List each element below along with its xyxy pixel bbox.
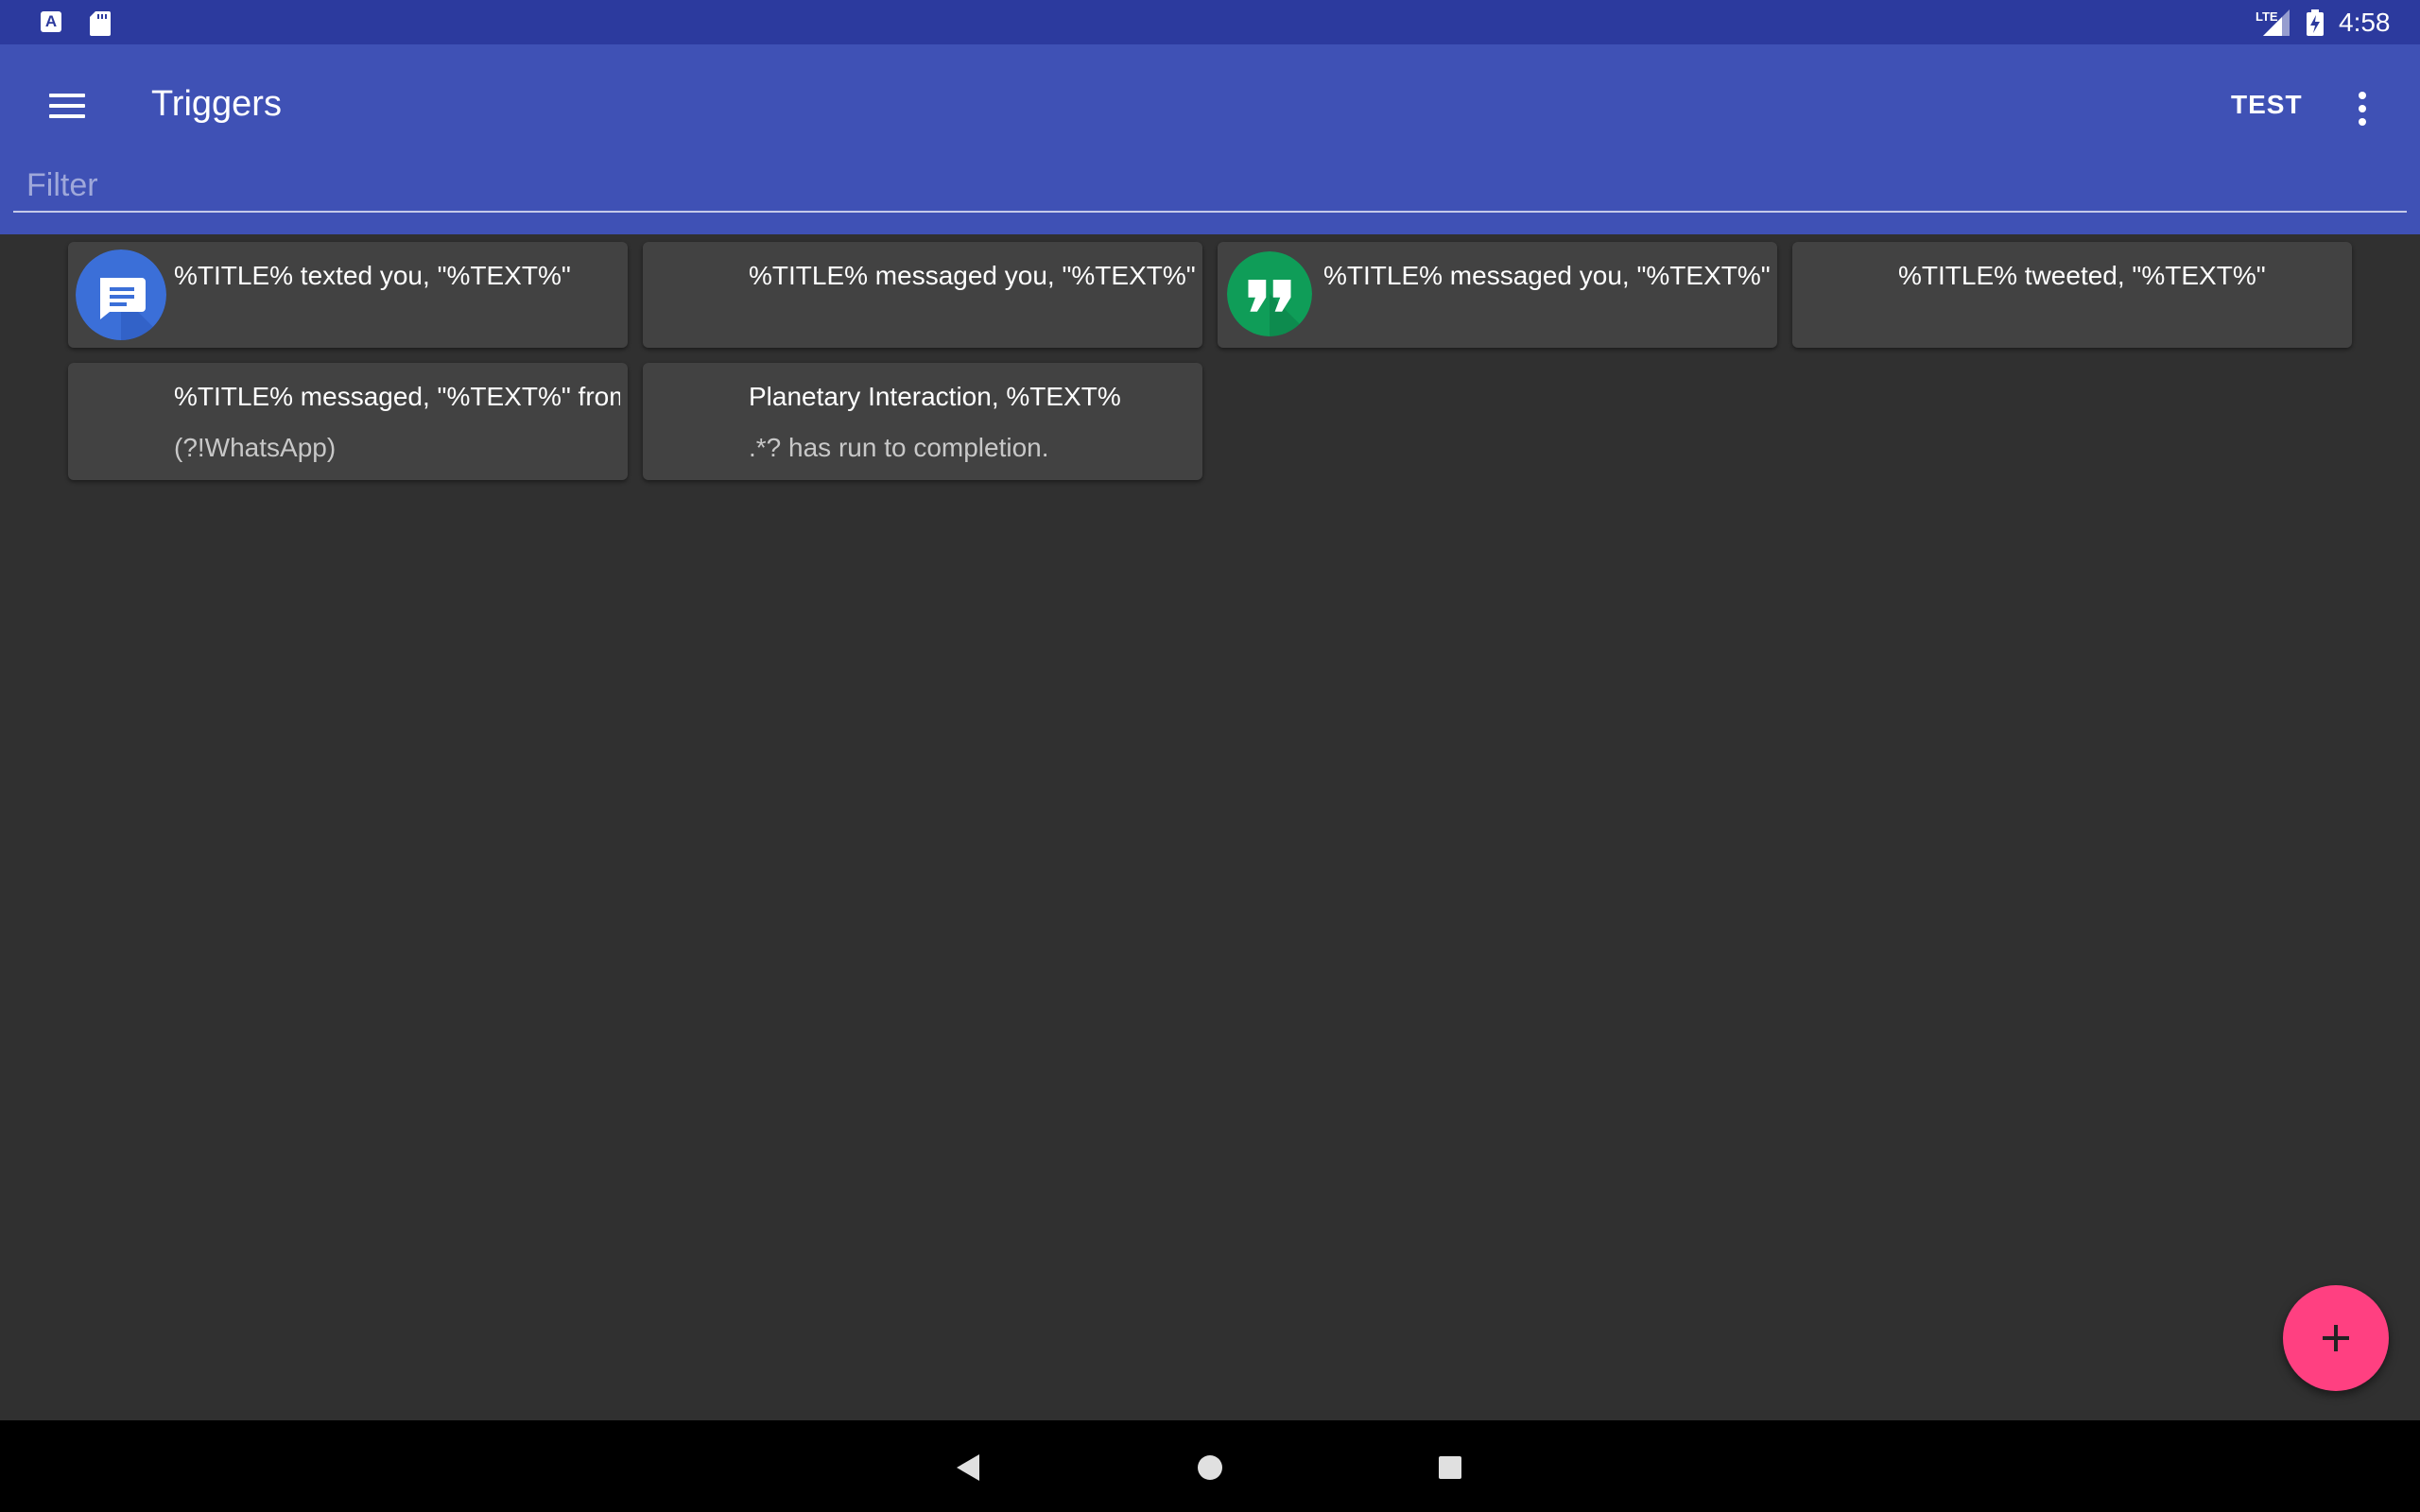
messages-app-icon: [76, 249, 166, 340]
hangouts-app-icon: [1227, 251, 1312, 336]
trigger-card-tweet[interactable]: %TITLE% tweeted, "%TEXT%": [1792, 242, 2352, 348]
test-button[interactable]: TEST: [2231, 90, 2303, 120]
status-bar: A LTE 4:58: [0, 0, 2420, 44]
filter-input[interactable]: [13, 160, 2407, 213]
trigger-title: Planetary Interaction, %TEXT%: [749, 382, 1121, 411]
battery-charging-icon: [2307, 9, 2324, 36]
signal-icon: [2263, 9, 2290, 36]
page-title: Triggers: [151, 84, 282, 124]
status-time: 4:58: [2339, 8, 2391, 37]
trigger-title: %TITLE% messaged you, "%TEXT%": [1323, 261, 1771, 290]
trigger-title: %TITLE% tweeted, "%TEXT%": [1898, 261, 2266, 290]
trigger-title: %TITLE% messaged, "%TEXT%" from WhatsApp: [174, 382, 620, 411]
home-icon[interactable]: [1191, 1449, 1229, 1486]
recents-icon[interactable]: [1431, 1449, 1469, 1486]
trigger-title: %TITLE% texted you, "%TEXT%": [174, 261, 571, 290]
add-trigger-button[interactable]: [2283, 1285, 2389, 1391]
trigger-card-message[interactable]: %TITLE% messaged you, "%TEXT%": [643, 242, 1202, 348]
navigation-bar: [0, 1420, 2420, 1512]
trigger-subtitle: (?!WhatsApp): [174, 433, 337, 462]
trigger-card-whatsapp[interactable]: %TITLE% messaged, "%TEXT%" from WhatsApp…: [68, 363, 628, 480]
sd-card-icon: [90, 11, 111, 36]
font-a-icon: A: [41, 11, 61, 32]
overflow-menu-icon[interactable]: [2348, 90, 2377, 128]
back-icon[interactable]: [949, 1449, 987, 1486]
trigger-title: %TITLE% messaged you, "%TEXT%": [749, 261, 1196, 290]
trigger-card-hangouts[interactable]: %TITLE% messaged you, "%TEXT%": [1218, 242, 1777, 348]
app-bar: Triggers TEST: [0, 44, 2420, 234]
trigger-card-sms[interactable]: %TITLE% texted you, "%TEXT%": [68, 242, 628, 348]
trigger-subtitle: .*? has run to completion.: [749, 433, 1049, 462]
menu-icon[interactable]: [45, 84, 91, 129]
trigger-card-planetary[interactable]: Planetary Interaction, %TEXT% .*? has ru…: [643, 363, 1202, 480]
